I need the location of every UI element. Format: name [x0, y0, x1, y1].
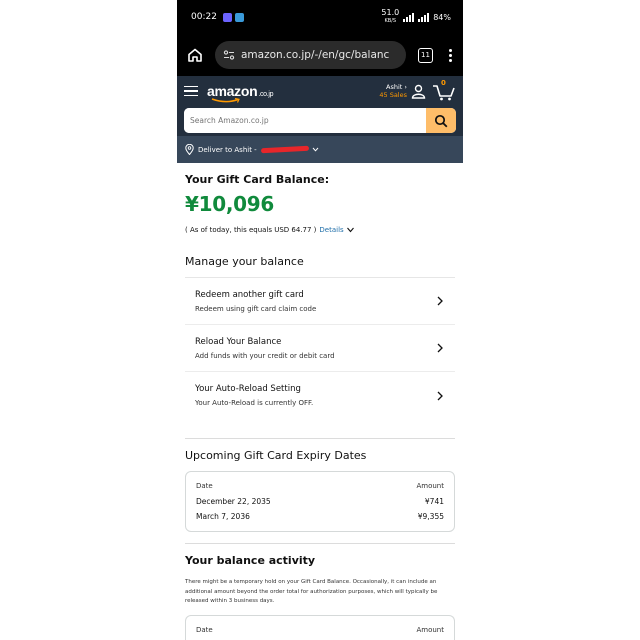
status-time: 00:22: [191, 12, 217, 22]
redeem-gift-card-row[interactable]: Redeem another gift card Redeem using gi…: [185, 278, 455, 325]
site-settings-icon[interactable]: [223, 50, 235, 60]
url-text: amazon.co.jp/-/en/gc/balanc: [241, 49, 390, 61]
main-content: Your Gift Card Balance: ¥10,096 ( As of …: [177, 173, 463, 640]
tab-switcher-button[interactable]: 11: [418, 47, 433, 63]
location-pin-icon: [185, 144, 194, 155]
status-bar: 00:22 51.0 KB/S 84%: [177, 0, 463, 34]
net-speed: 51.0 KB/S: [381, 8, 400, 25]
gift-card-balance-title: Your Gift Card Balance:: [185, 173, 330, 186]
search-input[interactable]: [184, 108, 426, 133]
table-row: December 22, 2035 ¥741: [196, 497, 444, 506]
reload-balance-row[interactable]: Reload Your Balance Add funds with your …: [185, 325, 455, 372]
activity-table: Date Amount: [185, 614, 455, 640]
signal-icon-2: [418, 12, 430, 22]
expiry-table: Date Amount December 22, 2035 ¥741 March…: [185, 471, 455, 532]
more-menu-icon[interactable]: [443, 48, 457, 62]
balance-activity-heading: Your balance activity: [185, 554, 316, 567]
browser-toolbar: amazon.co.jp/-/en/gc/balanc 11: [177, 34, 463, 76]
expiry-dates-heading: Upcoming Gift Card Expiry Dates: [185, 449, 367, 462]
table-row: March 7, 2036 ¥9,355: [196, 512, 444, 521]
amazon-header: amazon.co.jp Ashit › 45 Sales 0: [177, 76, 463, 106]
auto-reload-row[interactable]: Your Auto-Reload Setting Your Auto-Reloa…: [185, 372, 455, 419]
search-bar: [177, 106, 463, 136]
cart-button[interactable]: 0: [432, 79, 456, 102]
user-icon[interactable]: [411, 84, 426, 99]
balance-equivalent: ( As of today, this equals USD 64.77 ) D…: [185, 226, 455, 234]
chevron-down-icon[interactable]: [346, 227, 355, 233]
phone-screen: 00:22 51.0 KB/S 84% amazon.co.jp/-/en/gc/…: [177, 0, 463, 640]
section-divider: [185, 543, 455, 544]
deliver-to-bar[interactable]: Deliver to Ashit -: [177, 136, 463, 163]
notification-app-icon: [222, 12, 232, 22]
notification-msg-icon: [234, 12, 244, 22]
chevron-right-icon: [435, 391, 445, 401]
details-link[interactable]: Details: [319, 226, 343, 234]
manage-balance-heading: Manage your balance: [185, 255, 304, 268]
search-box: [184, 108, 456, 133]
chevron-right-icon: [435, 296, 445, 306]
home-icon[interactable]: [183, 43, 207, 67]
cart-count: 0: [441, 79, 446, 87]
search-icon: [434, 114, 448, 127]
deliver-label: Deliver to Ashit -: [198, 145, 257, 154]
table-header: Date Amount: [196, 625, 444, 634]
section-divider: [185, 438, 455, 439]
chevron-down-icon: [312, 147, 319, 152]
battery-level: 84%: [433, 12, 451, 22]
smile-arrow-icon: [211, 98, 240, 103]
manage-balance-list: Redeem another gift card Redeem using gi…: [185, 277, 455, 419]
signal-icon: [403, 12, 415, 22]
chevron-right-icon: [435, 343, 445, 353]
account-link[interactable]: Ashit › 45 Sales: [379, 83, 407, 99]
activity-note: There might be a temporary hold on your …: [185, 579, 438, 604]
table-header: Date Amount: [196, 482, 444, 490]
gift-card-balance-amount: ¥10,096: [185, 192, 274, 216]
search-button[interactable]: [426, 108, 456, 133]
redaction-mark: [260, 145, 309, 154]
hamburger-menu-icon[interactable]: [184, 85, 198, 97]
address-bar[interactable]: amazon.co.jp/-/en/gc/balanc: [215, 41, 406, 69]
amazon-logo[interactable]: amazon.co.jp: [207, 83, 274, 103]
